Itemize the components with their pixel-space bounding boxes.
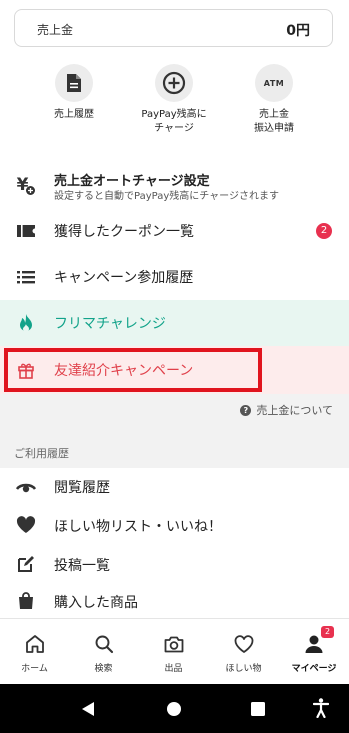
atm-icon: ATM: [255, 64, 293, 102]
plus-circle-icon: [155, 64, 193, 102]
coupon-list-item[interactable]: 獲得したクーポン一覧 2: [0, 208, 349, 254]
transfer-request-label: 売上金 振込申請: [254, 109, 294, 134]
purchased-items-item[interactable]: 購入した商品: [0, 584, 349, 618]
nav-wishlist-label: ほしい物: [225, 664, 262, 674]
history-section-header: ご利用履歴: [0, 432, 349, 468]
campaign-history-label: キャンペーン参加履歴: [54, 270, 194, 286]
heart-icon: [14, 514, 38, 536]
campaign-history-item[interactable]: キャンペーン参加履歴: [0, 254, 349, 300]
browsing-history-label: 閲覧履歴: [54, 480, 110, 496]
flea-challenge-label: フリマチャレンジ: [54, 316, 166, 332]
home-system-icon[interactable]: [166, 701, 182, 717]
nav-wishlist[interactable]: ほしい物: [209, 619, 278, 685]
paypay-charge-button[interactable]: PayPay残高に チャージ: [126, 64, 222, 136]
history-section-title: ご利用履歴: [14, 447, 69, 460]
nav-home[interactable]: ホーム: [0, 619, 69, 685]
edit-icon: [14, 553, 38, 575]
sales-label: 売上金: [37, 23, 74, 37]
sales-help-label: 売上金について: [256, 404, 333, 417]
ticket-icon: [14, 220, 38, 242]
referral-campaign-label: 友達紹介キャンペーン: [54, 363, 194, 379]
wishlist-label: ほしい物リスト・いいね！: [54, 519, 222, 535]
section-gap: ? 売上金について: [0, 394, 349, 432]
nav-sell-label: 出品: [164, 664, 183, 674]
home-icon: [26, 635, 44, 653]
shopping-bag-icon: [14, 590, 38, 612]
coupon-count-badge: 2: [316, 223, 332, 239]
list-icon: [14, 266, 38, 288]
sales-value: 0円: [286, 23, 310, 39]
document-icon: [55, 64, 93, 102]
system-nav-bar: [0, 684, 349, 733]
nav-mypage[interactable]: 2 マイページ: [279, 619, 349, 685]
heart-icon: [234, 635, 254, 653]
eye-icon: [14, 475, 38, 497]
sales-history-button[interactable]: 売上履歴: [26, 64, 122, 122]
back-icon[interactable]: [81, 701, 95, 717]
referral-campaign-item[interactable]: 友達紹介キャンペーン: [0, 346, 349, 394]
camera-icon: [164, 636, 184, 653]
coupon-list-label: 獲得したクーポン一覧: [54, 224, 194, 240]
nav-search-label: 検索: [94, 664, 113, 674]
search-icon: [95, 635, 114, 654]
auto-charge-subtitle: 設定すると自動でPayPay残高にチャージされます: [54, 191, 279, 202]
paypay-charge-label: PayPay残高に チャージ: [141, 109, 207, 134]
transfer-request-button[interactable]: ATM 売上金 振込申請: [226, 64, 322, 136]
nav-sell[interactable]: 出品: [139, 619, 208, 685]
sales-balance-card[interactable]: 売上金 0円: [14, 9, 333, 47]
gift-icon: [14, 359, 38, 381]
browsing-history-item[interactable]: 閲覧履歴: [0, 467, 349, 505]
purchased-items-label: 購入した商品: [54, 595, 138, 611]
bottom-nav: ホーム 検索 出品 ほしい物 2 マイページ: [0, 618, 349, 685]
nav-mypage-label: マイページ: [291, 664, 337, 674]
mypage-badge: 2: [321, 626, 335, 638]
question-icon: ?: [240, 404, 252, 416]
sales-help-link[interactable]: ? 売上金について: [240, 402, 333, 418]
flea-challenge-item[interactable]: フリマチャレンジ: [0, 300, 349, 346]
posts-list-item[interactable]: 投稿一覧: [0, 545, 349, 583]
accessibility-icon[interactable]: [313, 698, 329, 718]
posts-list-label: 投稿一覧: [54, 558, 110, 574]
nav-home-label: ホーム: [21, 664, 48, 674]
wishlist-item[interactable]: ほしい物リスト・いいね！: [0, 506, 349, 544]
recents-icon[interactable]: [251, 702, 265, 716]
flame-icon: [14, 312, 38, 334]
sales-history-label: 売上履歴: [54, 109, 94, 120]
auto-charge-setting-item[interactable]: ¥ 売上金オートチャージ設定 設定すると自動でPayPay残高にチャージされます: [0, 164, 349, 210]
nav-search[interactable]: 検索: [69, 619, 138, 685]
yen-plus-icon: ¥: [14, 174, 38, 196]
